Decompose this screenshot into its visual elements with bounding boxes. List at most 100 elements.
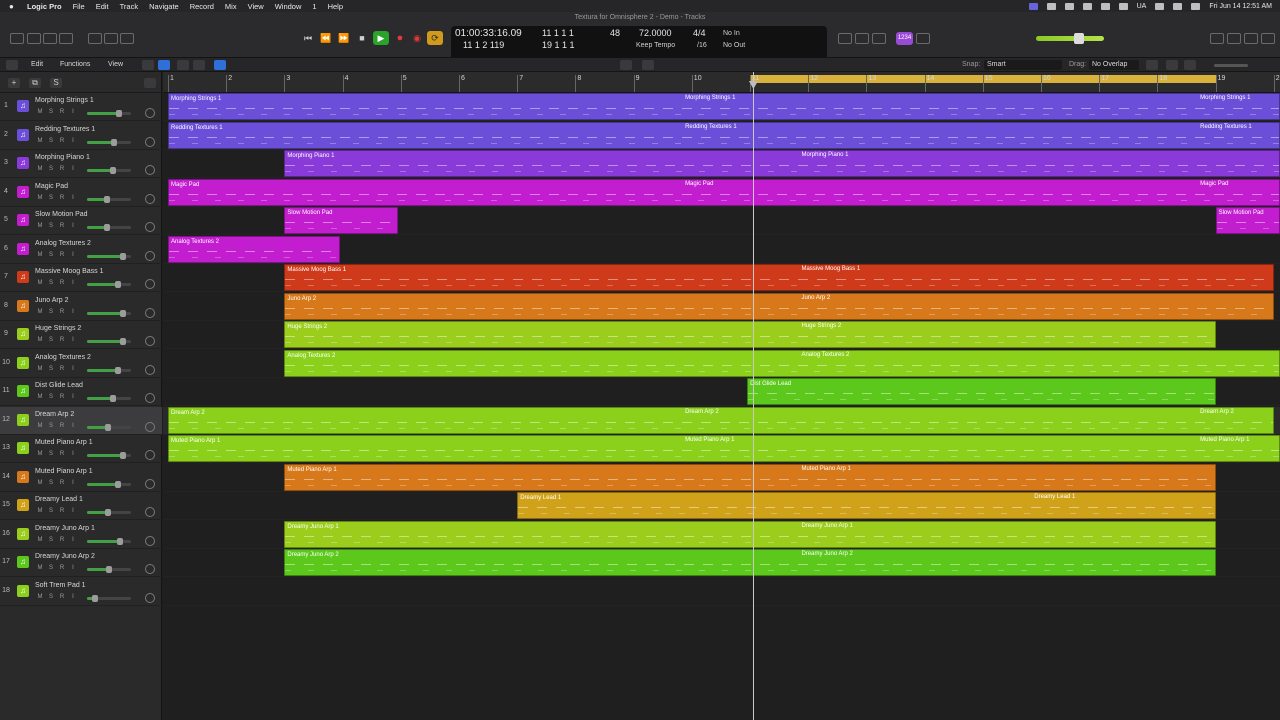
track-name[interactable]: Slow Motion Pad xyxy=(35,211,88,218)
track-lane[interactable]: Massive Moog Bass 1 Massive Moog Bass 1 xyxy=(163,264,1280,292)
volume-knob[interactable] xyxy=(115,110,122,117)
input-source-label[interactable]: UA xyxy=(1137,3,1147,10)
horizontal-zoom-icon[interactable] xyxy=(1184,60,1196,70)
record-enable-button[interactable]: R xyxy=(58,280,66,286)
pan-knob[interactable] xyxy=(145,478,155,489)
midi-region[interactable]: Magic Pad xyxy=(168,178,1280,206)
track-lane[interactable]: Dreamy Lead 1 Dreamy Lead 1 xyxy=(163,492,1280,520)
mute-button[interactable]: M xyxy=(36,138,44,144)
track-header[interactable]: 15 ♫ Dreamy Lead 1 MSRI xyxy=(0,492,162,520)
solo-button[interactable]: S xyxy=(47,594,55,600)
pointer-tool-icon[interactable] xyxy=(620,60,632,70)
track-lane[interactable]: Dist Glide Lead xyxy=(163,378,1280,406)
pan-knob[interactable] xyxy=(145,136,155,147)
user-badge[interactable]: 1234 xyxy=(896,32,913,45)
record-enable-button[interactable]: R xyxy=(58,394,66,400)
volume-knob[interactable] xyxy=(103,195,110,203)
track-volume-slider[interactable] xyxy=(87,366,131,374)
browser-icon[interactable] xyxy=(1261,33,1275,44)
midi-region[interactable]: Dist Glide Lead xyxy=(747,378,1216,405)
track-lane[interactable]: Morphing Piano 1 Morphing Piano 1 xyxy=(163,150,1280,178)
volume-knob[interactable] xyxy=(120,309,127,317)
menu-file[interactable]: File xyxy=(73,2,85,11)
midi-region[interactable]: Juno Arp 2 xyxy=(284,292,1274,320)
solo-button[interactable]: S xyxy=(47,394,55,400)
record-enable-button[interactable]: R xyxy=(58,537,66,543)
solo-button[interactable]: S xyxy=(47,537,55,543)
library-icon[interactable] xyxy=(10,33,24,44)
solo-button[interactable]: S xyxy=(47,366,55,372)
track-name[interactable]: Dreamy Juno Arp 1 xyxy=(35,525,95,532)
snap-select[interactable]: Smart xyxy=(984,60,1062,70)
master-volume-slider[interactable] xyxy=(1036,33,1104,44)
mute-button[interactable]: M xyxy=(36,223,44,229)
track-header[interactable]: 8 ♫ Juno Arp 2 MSRI xyxy=(0,293,162,321)
pan-knob[interactable] xyxy=(145,193,155,204)
track-name[interactable]: Analog Textures 2 xyxy=(35,354,91,361)
solo-button[interactable]: S xyxy=(47,423,55,429)
track-header[interactable]: 3 ♫ Morphing Piano 1 MSRI xyxy=(0,150,162,178)
record-enable-button[interactable]: R xyxy=(58,423,66,429)
screen-record-icon[interactable] xyxy=(1028,2,1038,10)
midi-region[interactable]: Morphing Piano 1 xyxy=(284,150,1280,177)
pan-knob[interactable] xyxy=(145,535,155,546)
cycle-button[interactable]: ⟳ xyxy=(427,31,443,45)
midi-region[interactable]: Slow Motion Pad xyxy=(1215,207,1280,234)
loop-browser-icon[interactable] xyxy=(1244,33,1258,44)
volume-knob[interactable] xyxy=(116,537,123,545)
track-header[interactable]: 14 ♫ Muted Piano Arp 1 MSRI xyxy=(0,464,162,492)
track-header[interactable]: 4 ♫ Magic Pad M S R I xyxy=(0,179,162,207)
warning-icon[interactable] xyxy=(916,33,930,44)
global-solo-button[interactable]: S xyxy=(50,78,62,88)
back-icon[interactable] xyxy=(6,60,18,70)
search-icon[interactable] xyxy=(1173,2,1183,10)
track-name[interactable]: Dream Arp 2 xyxy=(35,411,74,418)
functions-menu[interactable]: Functions xyxy=(60,61,90,68)
edit-menu[interactable]: Edit xyxy=(31,61,43,68)
track-lane[interactable]: Analog Textures 2 Analog Textures 2 xyxy=(163,349,1280,378)
play-button[interactable]: ▶ xyxy=(373,31,389,45)
track-name[interactable]: Magic Pad xyxy=(35,183,68,190)
track-lane[interactable]: Dreamy Juno Arp 2 Dreamy Juno Arp 2 xyxy=(163,549,1280,577)
track-volume-slider[interactable] xyxy=(87,309,131,317)
menubar-clock[interactable]: Fri Jun 14 12:51 AM xyxy=(1209,3,1272,10)
record-enable-button[interactable]: R xyxy=(58,337,66,343)
add-track-button[interactable]: + xyxy=(8,78,20,88)
metronome-icon[interactable] xyxy=(855,33,869,44)
track-volume-slider[interactable] xyxy=(87,281,131,288)
mute-button[interactable]: M xyxy=(36,309,44,315)
track-volume-slider[interactable] xyxy=(87,252,131,260)
editor-icon[interactable] xyxy=(104,33,118,44)
mute-button[interactable]: M xyxy=(36,166,44,172)
mute-button[interactable]: M xyxy=(36,109,44,115)
input-monitor-button[interactable]: I xyxy=(69,166,77,172)
track-lane[interactable]: Analog Textures 2 xyxy=(163,235,1280,264)
inspector-icon[interactable] xyxy=(27,33,41,44)
tracks-view-icon[interactable] xyxy=(158,60,170,70)
count-in-icon[interactable] xyxy=(838,33,852,44)
go-to-start-icon[interactable]: ⏮ xyxy=(300,31,316,45)
track-volume-slider[interactable] xyxy=(87,110,131,117)
track-header[interactable]: 1 ♫ Morphing Strings 1 MSRI xyxy=(0,93,162,121)
mute-button[interactable]: M xyxy=(36,594,44,600)
solo-button[interactable]: S xyxy=(47,138,55,144)
track-volume-slider[interactable] xyxy=(87,594,131,602)
record-enable-button[interactable]: R xyxy=(58,565,66,571)
control-center-icon[interactable] xyxy=(1191,2,1201,10)
track-name[interactable]: Analog Textures 2 xyxy=(35,240,91,247)
midi-region[interactable]: Muted Piano Arp 1 xyxy=(284,463,1216,491)
input-monitor-button[interactable]: I xyxy=(69,480,77,486)
volume-knob[interactable] xyxy=(111,138,118,146)
input-monitor-button[interactable]: I xyxy=(69,138,77,144)
track-volume-slider[interactable] xyxy=(87,195,131,203)
pan-knob[interactable] xyxy=(145,592,155,603)
sync-icon[interactable] xyxy=(1064,2,1074,10)
apple-menu-icon[interactable]: ● xyxy=(9,2,19,11)
mute-button[interactable]: M xyxy=(36,451,44,457)
solo-button[interactable]: S xyxy=(47,195,55,201)
track-lane[interactable]: Dreamy Juno Arp 1 Dreamy Juno Arp 1 xyxy=(163,520,1280,549)
track-lane[interactable]: Slow Motion Pad Slow Motion Pad xyxy=(163,207,1280,235)
tuner-icon[interactable] xyxy=(88,33,102,44)
pan-knob[interactable] xyxy=(145,250,155,261)
lcd-display[interactable]: 01:00:33:16.09 11 1 2 119 11 1 1 1 19 1 … xyxy=(451,26,827,62)
